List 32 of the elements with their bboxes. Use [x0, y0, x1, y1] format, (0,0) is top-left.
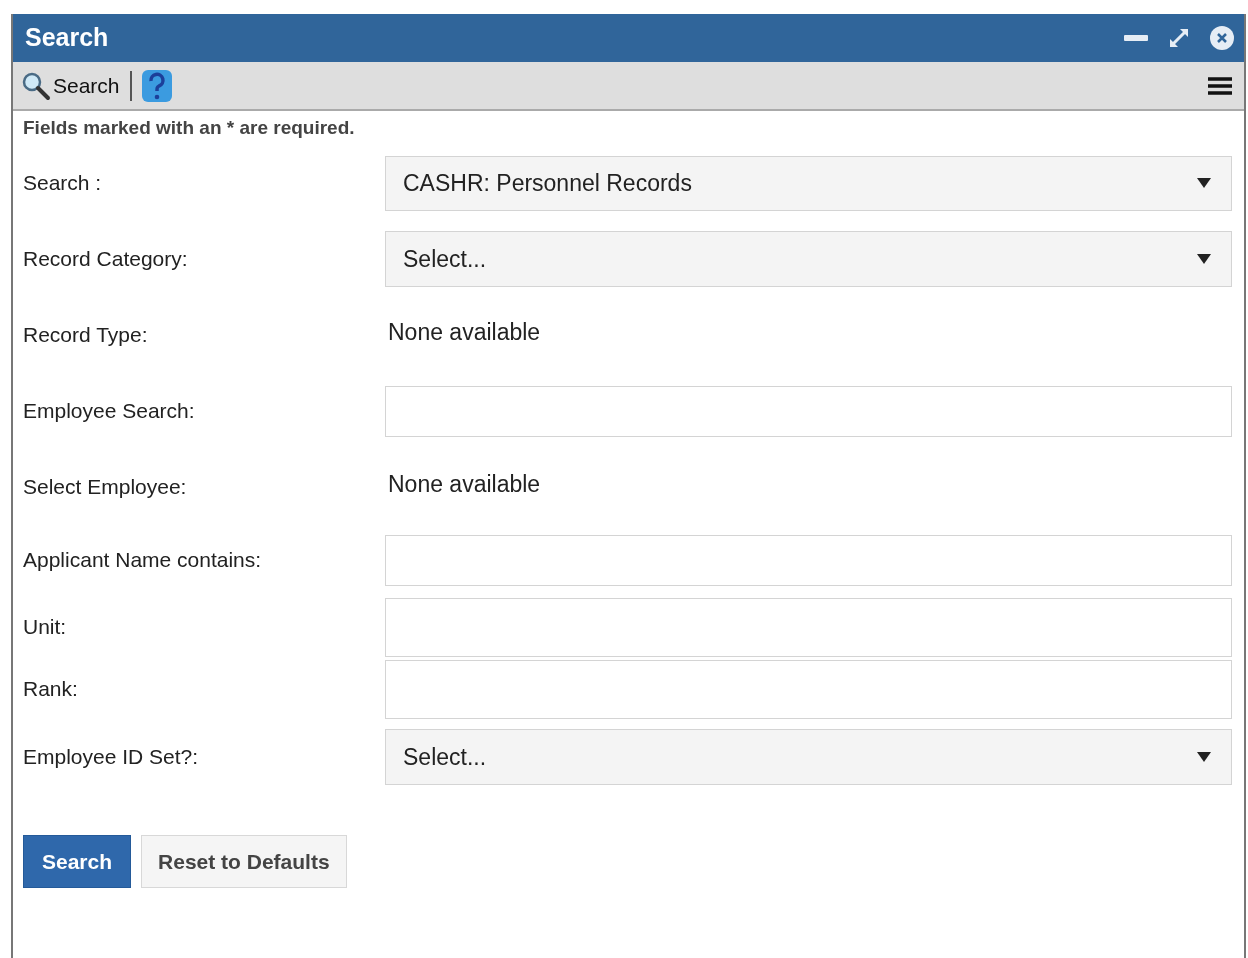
dropdown[interactable]: Select...: [385, 729, 1232, 785]
caret-icon: [1196, 177, 1212, 189]
field-label: Applicant Name contains:: [23, 547, 263, 574]
help-icon[interactable]: [141, 69, 172, 102]
field-label: Search :: [23, 170, 103, 197]
input-field[interactable]: [385, 534, 1232, 586]
field-label: Select Employee:: [23, 474, 188, 501]
minimize-icon[interactable]: [1124, 35, 1148, 41]
search-tool-button[interactable]: Search: [21, 69, 120, 102]
field-value: None available: [387, 317, 541, 347]
reset-button[interactable]: Reset to Defaults: [141, 835, 347, 888]
close-icon[interactable]: [1210, 26, 1234, 50]
required-note: Fields marked with an * are required.: [23, 115, 356, 140]
caret-icon: [1196, 751, 1212, 763]
input-field[interactable]: [385, 385, 1232, 437]
field-label: Employee Search:: [23, 398, 196, 425]
expand-icon[interactable]: [1168, 27, 1190, 49]
window-title: Search: [25, 22, 109, 54]
menu-icon[interactable]: [1208, 75, 1232, 96]
field-label: Rank:: [23, 676, 79, 703]
dropdown[interactable]: Select...: [385, 231, 1232, 287]
input-field[interactable]: [385, 659, 1232, 719]
input-field[interactable]: [385, 597, 1232, 657]
field-label: Record Category:: [23, 246, 189, 273]
magnifier-icon: [21, 70, 51, 101]
search-button[interactable]: Search: [23, 835, 132, 888]
caret-icon: [1196, 253, 1212, 265]
field-value: None available: [387, 469, 541, 499]
field-label: Employee ID Set?:: [23, 744, 200, 771]
field-label: Record Type:: [23, 322, 149, 349]
dropdown[interactable]: CASHR: Personnel Records: [385, 155, 1232, 211]
field-label: Unit:: [23, 614, 68, 641]
